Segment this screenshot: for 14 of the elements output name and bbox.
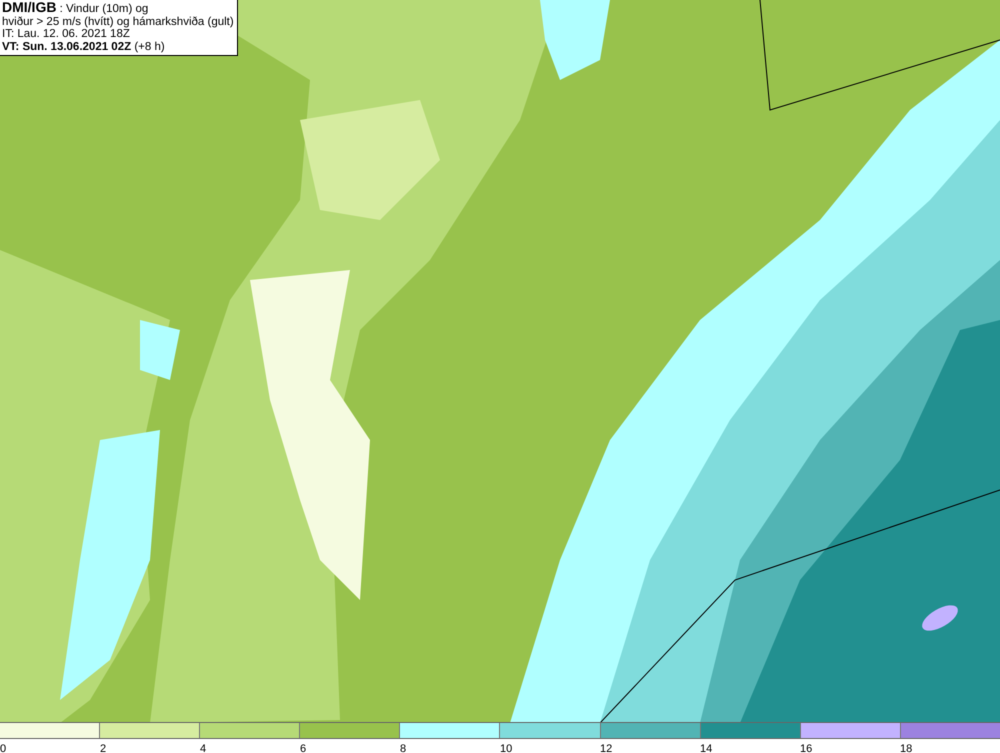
scale-label: 4	[200, 743, 206, 753]
scale-label: 12	[600, 743, 612, 753]
scale-label: 10	[500, 743, 512, 753]
scale-label: 6	[300, 743, 306, 753]
title-line: VT: Sun. 13.06.2021 02Z (+8 h)	[2, 40, 166, 53]
scale-label: 14	[700, 743, 712, 753]
title-line: hviður > 25 m/s (hvítt) og hámarkshviða (gult)	[2, 16, 234, 28]
scale-label: 18	[900, 743, 912, 753]
scale-label: 8	[400, 743, 406, 753]
title-line: DMI/IGB : Vindur (10m) og	[2, 1, 150, 16]
scale-label: 0	[0, 743, 6, 753]
title-line: IT: Lau. 12. 06. 2021 18Z	[2, 28, 131, 40]
scale-label: 16	[800, 743, 812, 753]
scale-label: 2	[100, 743, 106, 753]
